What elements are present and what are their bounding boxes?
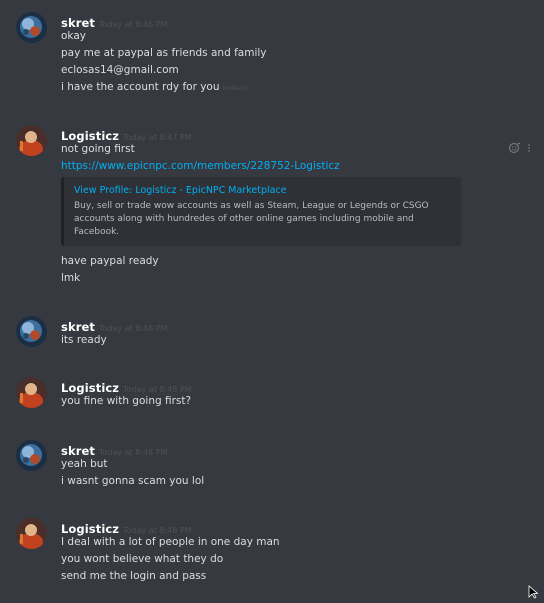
- message-group: Logisticz Today at 8:48 PM I deal with a …: [0, 518, 544, 590]
- timestamp: Today at 8:47 PM: [123, 133, 192, 142]
- avatar-logisticz[interactable]: [16, 377, 47, 408]
- message-group: skret Today at 8:48 PM yeah but i wasnt g…: [0, 440, 544, 496]
- add-reaction-icon[interactable]: [508, 142, 521, 154]
- chat-messages: skret Today at 8:46 PM okay pay me at pay…: [0, 0, 544, 600]
- message-text: i wasnt gonna scam you lol: [61, 475, 205, 487]
- message-header: skret Today at 8:46 PM: [61, 12, 168, 30]
- author-name[interactable]: skret: [61, 444, 95, 458]
- message-group: skret Today at 8:46 PM okay pay me at pay…: [0, 12, 544, 102]
- message-text: you fine with going first?: [61, 395, 192, 407]
- timestamp: Today at 8:48 PM: [123, 385, 192, 394]
- embed-title[interactable]: View Profile: Logisticz - EpicNPC Market…: [74, 185, 451, 196]
- message-text-edited: i have the account rdy for you (edited): [61, 80, 248, 96]
- timestamp: Today at 8:46 PM: [98, 20, 168, 29]
- message-group: Logisticz Today at 8:48 PM you fine with …: [0, 377, 544, 417]
- avatar-skret[interactable]: [16, 316, 47, 347]
- message-text: you wont believe what they do: [61, 553, 224, 565]
- timestamp: Today at 8:48 PM: [98, 448, 168, 457]
- edited-label: (edited): [222, 84, 249, 92]
- message-text: lmk: [61, 272, 81, 284]
- message-group: Logisticz Today at 8:47 PM not going firs…: [0, 125, 544, 285]
- author-name[interactable]: Logisticz: [61, 129, 119, 143]
- message-text: yeah but: [61, 458, 108, 470]
- timestamp: Today at 8:48 PM: [98, 324, 168, 333]
- message-group: skret Today at 8:48 PM its ready: [0, 316, 544, 356]
- link-embed: View Profile: Logisticz - EpicNPC Market…: [61, 177, 461, 246]
- message-text: i have the account rdy for you: [61, 81, 220, 93]
- embed-description: Buy, sell or trade wow accounts as well …: [74, 201, 429, 237]
- timestamp: Today at 8:48 PM: [123, 526, 192, 535]
- avatar-skret[interactable]: [16, 12, 47, 43]
- avatar-skret[interactable]: [16, 440, 47, 471]
- avatar-logisticz[interactable]: [16, 518, 47, 549]
- message-header: Logisticz Today at 8:48 PM: [61, 377, 192, 395]
- author-name[interactable]: Logisticz: [61, 522, 119, 536]
- message-text: I deal with a lot of people in one day m…: [61, 536, 280, 548]
- message-header: skret Today at 8:48 PM: [61, 440, 168, 458]
- author-name[interactable]: Logisticz: [61, 381, 119, 395]
- message-header: Logisticz Today at 8:48 PM: [61, 518, 192, 536]
- author-name[interactable]: skret: [61, 320, 95, 334]
- message-text: its ready: [61, 334, 107, 346]
- message-text: send me the login and pass: [61, 570, 207, 582]
- message-text: eclosas14@gmail.com: [61, 64, 179, 76]
- author-name[interactable]: skret: [61, 16, 95, 30]
- more-options-icon[interactable]: [528, 144, 530, 152]
- mouse-cursor-icon: [528, 584, 540, 603]
- message-header: skret Today at 8:48 PM: [61, 316, 168, 334]
- message-text: not going first: [61, 143, 135, 155]
- message-header: Logisticz Today at 8:47 PM: [61, 125, 192, 143]
- message-text: pay me at paypal as friends and family: [61, 47, 267, 59]
- message-text: okay: [61, 30, 86, 42]
- avatar-logisticz[interactable]: [16, 125, 47, 156]
- message-link[interactable]: https://www.epicnpc.com/members/228752-L…: [61, 159, 340, 174]
- message-hover-actions: [508, 139, 538, 154]
- message-text: have paypal ready: [61, 255, 159, 267]
